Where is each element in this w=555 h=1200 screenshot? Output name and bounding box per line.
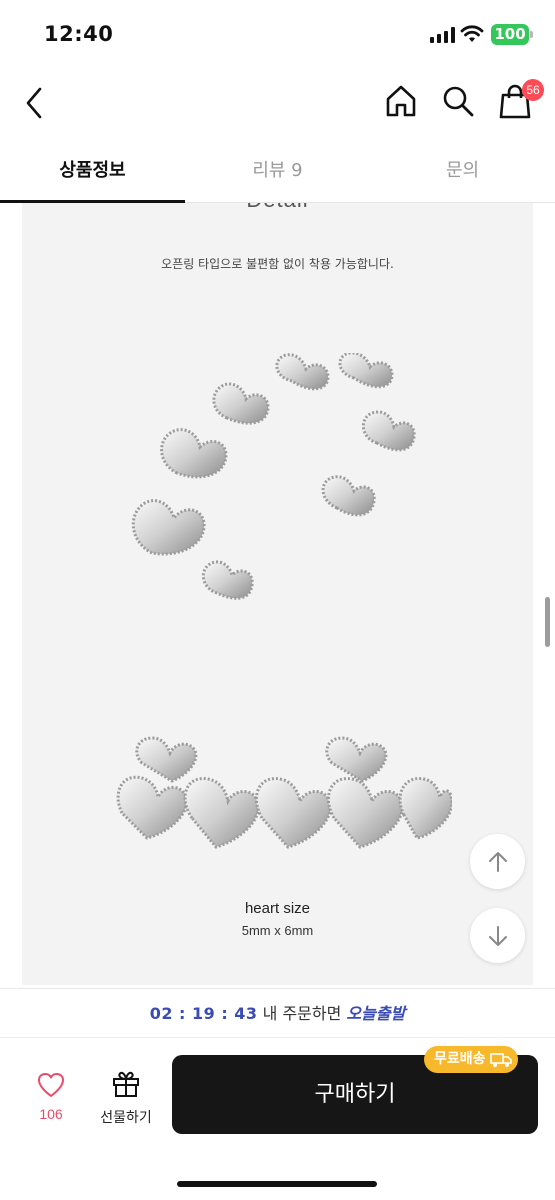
arrow-up-icon [488,851,507,872]
wifi-icon [460,25,484,42]
home-indicator [177,1181,377,1187]
gift-icon [113,1071,139,1097]
dispatch-text: 내 주문하면 [257,1004,347,1023]
scroll-down-button[interactable] [470,908,525,963]
dispatch-today-label: 오늘출발 [346,1004,406,1023]
search-icon[interactable] [439,82,477,120]
heart-icon [38,1073,64,1097]
detail-caption: 오픈링 타입으로 불편함 없이 착용 가능합니다. [161,257,394,271]
like-count: 106 [39,1106,63,1122]
same-day-dispatch-banner: 02 : 19 : 43 내 주문하면 오늘출발 [0,988,555,1038]
battery-indicator: 100 [491,24,533,45]
tab-inquiry[interactable]: 문의 [370,143,555,203]
heart-ring-photo-front [116,736,452,849]
heart-size-value: 5mm x 6mm [241,923,314,938]
scrollbar-thumb[interactable] [545,597,550,647]
bottom-action-bar: 106 선물하기 구매하기 무료배송 [0,1038,555,1200]
cart-count-badge: 56 [522,79,544,101]
tab-reviews[interactable]: 리뷰 9 [185,143,370,203]
gift-label: 선물하기 [100,1110,152,1126]
top-app-bar [0,68,555,138]
detail-heading: Detail [22,203,533,213]
heart-ring-photo-angled [131,353,416,600]
status-time: 12:40 [44,22,114,46]
back-arrow-icon[interactable] [20,84,50,122]
free-shipping-badge: 무료배송 [424,1046,518,1073]
dispatch-countdown: 02 : 19 : 43 [149,1004,258,1023]
gift-button[interactable]: 선물하기 [92,1070,160,1127]
delivery-truck-icon [489,1052,512,1067]
scroll-up-button[interactable] [470,834,525,889]
arrow-down-icon [488,925,507,946]
product-detail-image: Detail 오픈링 타입으로 불편함 없이 착용 가능합니다. [22,203,533,985]
cellular-signal-icon [430,27,455,43]
status-bar: 12:40 100 [0,0,555,68]
tab-product-info[interactable]: 상품정보 [0,143,185,203]
heart-size-title: heart size [244,900,311,917]
product-tabs: 상품정보 리뷰 9 문의 [0,143,555,203]
free-shipping-label: 무료배송 [434,1051,486,1067]
like-button[interactable]: 106 [28,1072,74,1122]
home-icon[interactable] [382,82,420,120]
